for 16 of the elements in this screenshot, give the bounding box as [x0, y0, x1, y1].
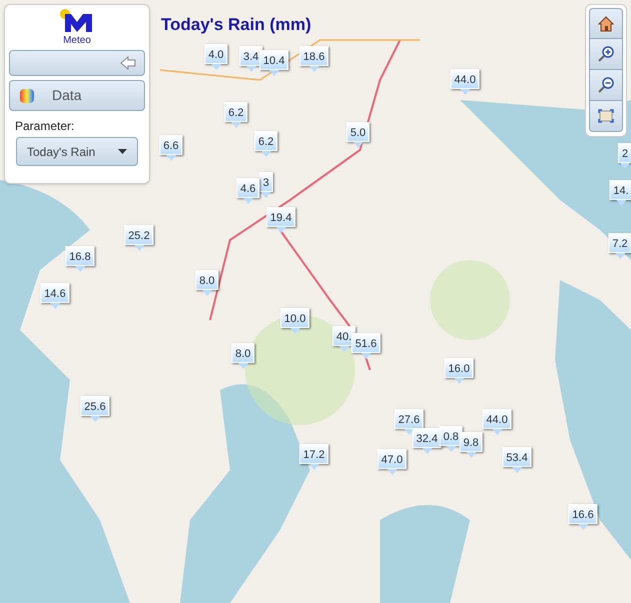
- home-icon: [598, 16, 614, 32]
- arrow-left-icon: [120, 56, 136, 70]
- zoom-in-button[interactable]: [589, 39, 623, 70]
- map-title: Today's Rain (mm): [161, 14, 312, 36]
- zoom-in-icon: [598, 46, 614, 62]
- caret-icon: [118, 149, 127, 154]
- zoom-out-icon: [598, 77, 614, 93]
- parameter-label: Parameter:: [15, 118, 74, 135]
- color-scale-icon: [20, 88, 34, 102]
- home-button[interactable]: [589, 8, 623, 39]
- full-extent-icon: [598, 109, 614, 123]
- parameter-dropdown[interactable]: Today's Rain: [16, 137, 138, 166]
- zoom-out-button[interactable]: [589, 70, 623, 101]
- data-button[interactable]: Data: [9, 80, 145, 111]
- full-extent-button[interactable]: [589, 101, 623, 132]
- logo-text: Meteo: [63, 36, 91, 46]
